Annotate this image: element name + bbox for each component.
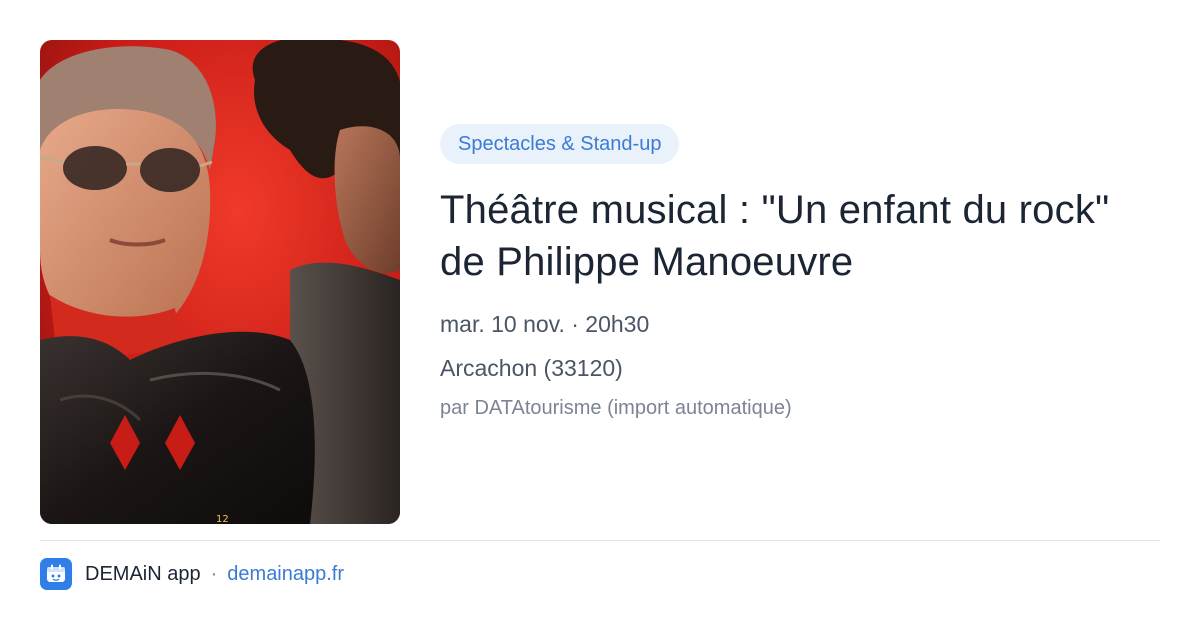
- event-source: par DATAtourisme (import automatique): [440, 397, 792, 419]
- footer-separator: ·: [210, 562, 218, 585]
- footer: DEMAiN app · demainapp.fr: [40, 558, 344, 590]
- event-poster-image[interactable]: 12: [40, 40, 400, 524]
- app-domain-link[interactable]: demainapp.fr: [227, 563, 344, 586]
- share-card: 12 Spectacles & Stand-up Théâtre musical…: [0, 0, 1200, 630]
- event-title[interactable]: Théâtre musical : "Un enfant du rock" de…: [440, 184, 1140, 288]
- event-location: Arcachon (33120): [440, 355, 623, 381]
- svg-text:12: 12: [216, 514, 229, 524]
- event-datetime: mar. 10 nov. · 20h30: [440, 311, 650, 337]
- app-name[interactable]: DEMAiN app: [85, 563, 201, 586]
- poster-illustration: 12: [40, 40, 400, 524]
- demain-app-logo-icon[interactable]: [40, 558, 72, 590]
- category-badge[interactable]: Spectacles & Stand-up: [440, 124, 680, 164]
- event-details: Spectacles & Stand-up Théâtre musical : …: [440, 124, 1160, 422]
- footer-divider: [40, 540, 1160, 541]
